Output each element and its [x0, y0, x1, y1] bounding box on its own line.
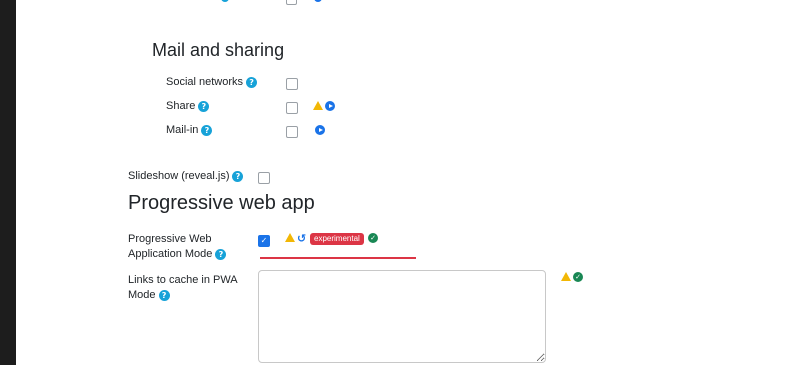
pwa-mode-label-line2: Application Mode [128, 248, 213, 260]
links-cache-label-line2: Mode [128, 289, 156, 301]
pwa-mode-underline [260, 257, 416, 259]
cutoff-row [176, 0, 356, 6]
preferences-panel: Mail and sharing Social networks? Share?… [16, 0, 802, 365]
links-cache-label: Links to cache in PWA Mode? [128, 273, 258, 303]
undo-icon[interactable]: ↺ [297, 233, 306, 244]
links-cache-label-line2-row: Mode? [128, 288, 258, 303]
cutoff-checkbox [286, 0, 297, 5]
play-icon[interactable] [325, 101, 335, 111]
help-icon[interactable]: ? [158, 289, 170, 301]
links-cache-textarea[interactable] [258, 270, 546, 363]
pwa-mode-label: Progressive Web Application Mode? [128, 232, 248, 262]
social-networks-checkbox[interactable] [286, 78, 298, 90]
slideshow-checkbox[interactable] [258, 172, 270, 184]
section-title-pwa: Progressive web app [128, 192, 315, 214]
links-cache-label-line1: Links to cache in PWA [128, 274, 238, 286]
help-icon[interactable]: ? [246, 76, 258, 88]
warning-icon [313, 101, 323, 110]
mail-in-row-label: Mail-in? [166, 123, 213, 138]
help-icon[interactable]: ? [232, 170, 244, 182]
pwa-mode-label-line2-row: Application Mode? [128, 247, 248, 262]
help-icon[interactable]: ? [198, 100, 210, 112]
share-label: Share [166, 100, 196, 112]
share-checkbox[interactable] [286, 102, 298, 114]
help-icon[interactable]: ? [201, 124, 213, 136]
cutoff-help-icon [221, 0, 229, 2]
pwa-mode-checkbox[interactable]: ✓ [258, 235, 270, 247]
play-icon[interactable] [315, 125, 325, 135]
section-title-mail-sharing: Mail and sharing [152, 40, 285, 60]
warning-icon [561, 272, 571, 281]
social-networks-label: Social networks [166, 76, 244, 88]
mail-in-checkbox[interactable] [286, 126, 298, 138]
slideshow-row-label: Slideshow (reveal.js)? [128, 169, 244, 184]
pwa-mode-label-line1: Progressive Web [128, 233, 212, 245]
check-circle-icon: ✓ [573, 272, 583, 282]
share-row-label: Share? [166, 99, 210, 114]
mail-in-label: Mail-in [166, 124, 199, 136]
social-networks-row-label: Social networks? [166, 75, 258, 90]
warning-icon [285, 233, 295, 242]
slideshow-label: Slideshow (reveal.js) [128, 170, 230, 182]
help-icon[interactable]: ? [215, 248, 227, 260]
cutoff-play-icon [314, 0, 322, 2]
experimental-badge: experimental [310, 233, 364, 245]
check-circle-icon: ✓ [368, 233, 378, 243]
